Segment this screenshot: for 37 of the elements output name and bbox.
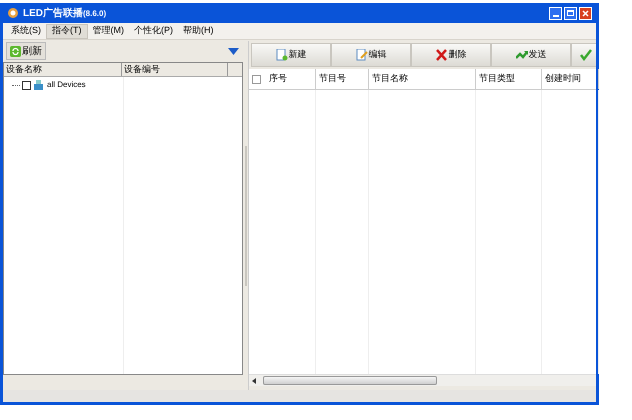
dropdown-arrow-icon[interactable] [228,48,239,54]
refresh-button[interactable]: 刷新 [6,42,46,60]
column-header[interactable]: 创建时间 [545,72,581,86]
horizontal-scrollbar-thumb[interactable] [263,376,437,385]
column-header[interactable]: 节目类型 [479,72,515,86]
scroll-left-icon[interactable] [252,378,257,384]
tree-item-label[interactable]: all Devices [47,79,86,91]
menu-item[interactable]: 帮助(H) [178,24,218,38]
delete-icon [436,49,448,61]
column-header[interactable]: 节目名称 [372,72,408,86]
refresh-icon [10,46,21,56]
send-icon [516,49,528,61]
toolbar-button[interactable]: 删除 [411,43,491,67]
check-icon [580,49,592,61]
close-icon [582,10,589,16]
select-all-checkbox[interactable] [252,74,261,84]
edit-document-icon [356,49,368,61]
window-title: LED广告联播(8.6.0) [23,6,106,20]
minimize-button[interactable] [549,6,562,20]
devices-icon [33,80,44,90]
column-header[interactable]: 设备名称 [4,63,122,76]
column-header[interactable]: 设备编号 [122,63,228,76]
menu-item[interactable]: 个性化(P) [129,24,178,38]
menu-item[interactable]: 管理(M) [88,24,129,38]
toolbar-button[interactable]: 发送 [491,43,571,67]
tree-checkbox[interactable] [22,80,31,90]
close-button[interactable] [579,6,592,20]
menu-item[interactable]: 指令(T) [46,24,88,38]
maximize-button[interactable] [564,6,577,20]
menu-item[interactable]: 系统(S) [6,24,46,38]
toolbar-button[interactable]: 编辑 [331,43,411,67]
app-icon [7,7,19,19]
column-header[interactable]: 序号 [269,72,287,86]
column-header[interactable]: 节目号 [319,72,346,86]
new-document-icon [276,49,288,61]
toolbar-button[interactable]: 新建 [251,43,331,67]
confirm-button[interactable] [571,43,596,67]
